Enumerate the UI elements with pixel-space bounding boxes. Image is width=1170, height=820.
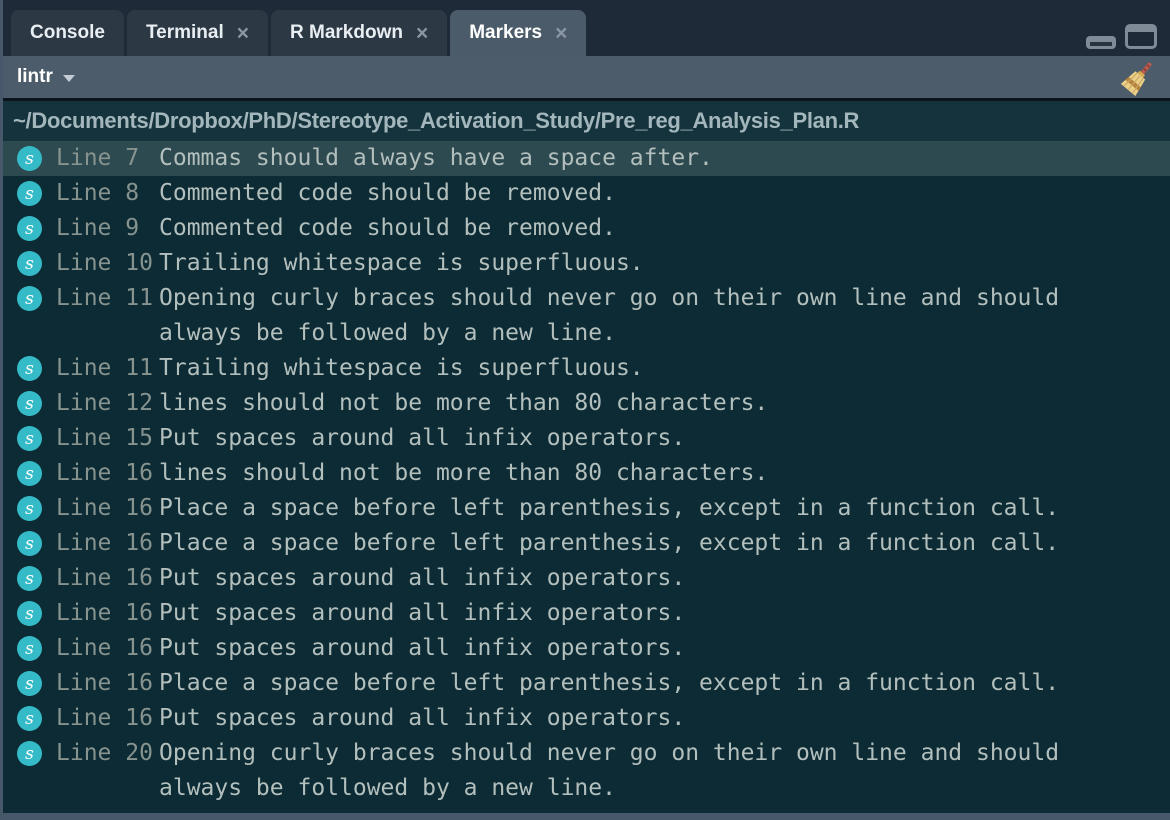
marker-line-label: Line 16 [56, 701, 159, 736]
marker-line-label: Line 7 [56, 141, 159, 176]
marker-line-label: Line 16 [56, 561, 159, 596]
tab-r-markdown[interactable]: R Markdown × [271, 10, 447, 56]
marker-message: Commas should always have a space after. [159, 141, 1170, 176]
marker-line-label: Line 9 [56, 211, 159, 246]
style-marker-icon: s [17, 286, 42, 311]
marker-message: Opening curly braces should never go on … [159, 736, 1170, 806]
style-marker-icon: s [17, 601, 42, 626]
maximize-pane-icon[interactable] [1125, 24, 1157, 49]
marker-message: Put spaces around all infix operators. [159, 561, 1170, 596]
minimize-pane-icon[interactable] [1086, 36, 1116, 49]
marker-message: Put spaces around all infix operators. [159, 421, 1170, 456]
style-marker-icon: s [17, 356, 42, 381]
marker-message: Trailing whitespace is superfluous. [159, 246, 1170, 281]
marker-row[interactable]: s Line 8 Commented code should be remove… [3, 176, 1170, 211]
style-marker-icon: s [17, 741, 42, 766]
close-icon[interactable]: × [555, 23, 567, 44]
marker-message: Place a space before left parenthesis, e… [159, 491, 1170, 526]
marker-line-label: Line 10 [56, 246, 159, 281]
chevron-down-icon [63, 75, 75, 82]
marker-message: Commented code should be removed. [159, 176, 1170, 211]
marker-line-label: Line 16 [56, 456, 159, 491]
marker-row[interactable]: s Line 16 Place a space before left pare… [3, 666, 1170, 701]
marker-row[interactable]: s Line 12 lines should not be more than … [3, 386, 1170, 421]
marker-line-label: Line 11 [56, 281, 159, 316]
marker-row[interactable]: s Line 7 Commas should always have a spa… [3, 141, 1170, 176]
tab-label: Console [30, 22, 105, 44]
marker-row[interactable]: s Line 16 Put spaces around all infix op… [3, 701, 1170, 736]
style-marker-icon: s [17, 461, 42, 486]
style-marker-icon: s [17, 706, 42, 731]
marker-line-label: Line 16 [56, 596, 159, 631]
broom-icon [1120, 60, 1157, 97]
style-marker-icon: s [17, 566, 42, 591]
tab-label: Terminal [146, 22, 224, 44]
marker-row[interactable]: s Line 11 Opening curly braces should ne… [3, 281, 1170, 351]
marker-line-label: Line 15 [56, 421, 159, 456]
marker-message: Put spaces around all infix operators. [159, 596, 1170, 631]
tab-label: R Markdown [290, 22, 403, 44]
style-marker-icon: s [17, 426, 42, 451]
clear-markers-button[interactable] [1120, 60, 1157, 100]
marker-row[interactable]: s Line 16 Put spaces around all infix op… [3, 596, 1170, 631]
marker-line-label: Line 16 [56, 631, 159, 666]
marker-line-label: Line 12 [56, 386, 159, 421]
marker-row[interactable]: s Line 16 Place a space before left pare… [3, 526, 1170, 561]
marker-message: Trailing whitespace is superfluous. [159, 351, 1170, 386]
close-icon[interactable]: × [416, 23, 428, 44]
marker-message: Opening curly braces should never go on … [159, 281, 1170, 351]
style-marker-icon: s [17, 216, 42, 241]
marker-message: Place a space before left parenthesis, e… [159, 666, 1170, 701]
style-marker-icon: s [17, 251, 42, 276]
markers-toolbar: lintr [3, 56, 1170, 101]
marker-row[interactable]: s Line 16 Place a space before left pare… [3, 491, 1170, 526]
style-marker-icon: s [17, 181, 42, 206]
markers-content: ~/Documents/Dropbox/PhD/Stereotype_Activ… [3, 101, 1170, 813]
marker-line-label: Line 8 [56, 176, 159, 211]
marker-row[interactable]: s Line 16 Put spaces around all infix op… [3, 631, 1170, 666]
tab-markers[interactable]: Markers × [450, 10, 586, 56]
marker-message: lines should not be more than 80 charact… [159, 456, 1170, 491]
marker-line-label: Line 16 [56, 491, 159, 526]
marker-row[interactable]: s Line 15 Put spaces around all infix op… [3, 421, 1170, 456]
marker-line-label: Line 20 [56, 736, 159, 771]
marker-list: s Line 7 Commas should always have a spa… [3, 141, 1170, 806]
tab-console[interactable]: Console [11, 10, 124, 56]
window-controls [1086, 24, 1157, 49]
marker-message: Commented code should be removed. [159, 211, 1170, 246]
marker-set-label: lintr [17, 66, 53, 88]
marker-row[interactable]: s Line 16 lines should not be more than … [3, 456, 1170, 491]
marker-line-label: Line 16 [56, 526, 159, 561]
marker-line-label: Line 11 [56, 351, 159, 386]
marker-row[interactable]: s Line 20 Opening curly braces should ne… [3, 736, 1170, 806]
style-marker-icon: s [17, 531, 42, 556]
marker-row[interactable]: s Line 11 Trailing whitespace is superfl… [3, 351, 1170, 386]
close-icon[interactable]: × [237, 23, 249, 44]
marker-row[interactable]: s Line 9 Commented code should be remove… [3, 211, 1170, 246]
marker-message: lines should not be more than 80 charact… [159, 386, 1170, 421]
tab-terminal[interactable]: Terminal × [127, 10, 268, 56]
marker-message: Put spaces around all infix operators. [159, 631, 1170, 666]
style-marker-icon: s [17, 391, 42, 416]
markers-pane: Console Terminal × R Markdown × Markers … [3, 0, 1170, 813]
marker-row[interactable]: s Line 10 Trailing whitespace is superfl… [3, 246, 1170, 281]
style-marker-icon: s [17, 496, 42, 521]
marker-set-dropdown[interactable]: lintr [17, 66, 75, 88]
marker-message: Place a space before left parenthesis, e… [159, 526, 1170, 561]
style-marker-icon: s [17, 146, 42, 171]
marker-message: Put spaces around all infix operators. [159, 701, 1170, 736]
tab-bar: Console Terminal × R Markdown × Markers … [3, 0, 1170, 56]
file-path: ~/Documents/Dropbox/PhD/Stereotype_Activ… [3, 101, 1170, 141]
style-marker-icon: s [17, 636, 42, 661]
style-marker-icon: s [17, 671, 42, 696]
marker-line-label: Line 16 [56, 666, 159, 701]
tab-label: Markers [469, 22, 542, 44]
marker-row[interactable]: s Line 16 Put spaces around all infix op… [3, 561, 1170, 596]
